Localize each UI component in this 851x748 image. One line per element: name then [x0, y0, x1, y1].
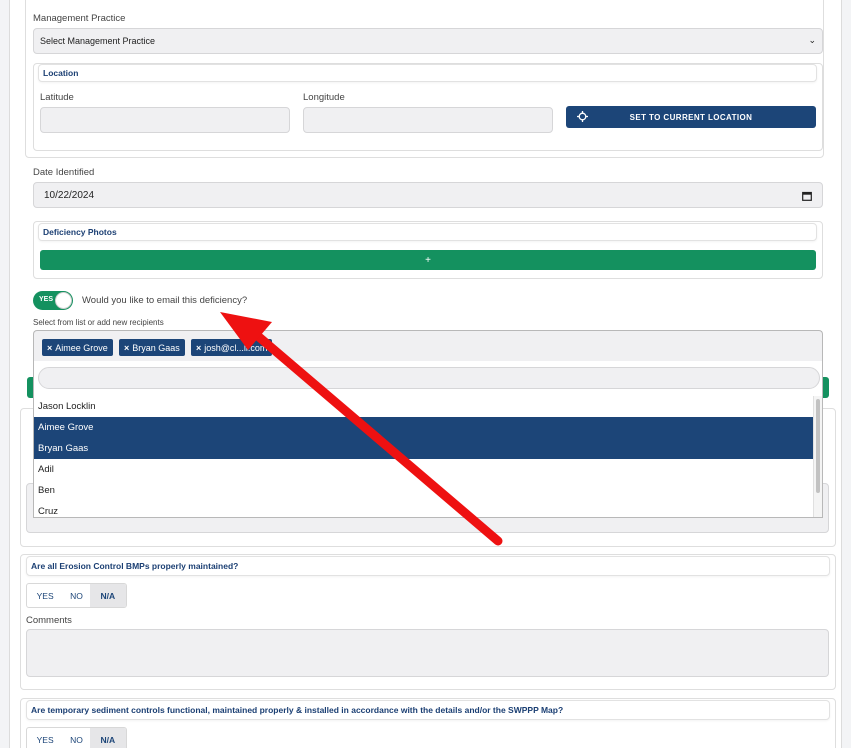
chevron-down-icon: ⌄: [808, 35, 816, 45]
dropdown-option-label: Bryan Gaas: [38, 443, 89, 454]
management-practice-value: Select Management Practice: [40, 36, 156, 46]
recipient-tag-label: Aimee Grove: [55, 342, 108, 353]
option-na[interactable]: N/A: [89, 728, 126, 748]
comments-label: Comments: [26, 615, 72, 626]
date-identified-input[interactable]: 10/22/2024: [33, 182, 823, 208]
email-deficiency-question: Would you like to email this deficiency?: [82, 295, 248, 306]
email-deficiency-toggle[interactable]: YES: [33, 291, 73, 310]
remove-tag-icon[interactable]: ×: [47, 343, 52, 353]
recipient-tag-label: josh@cl...li.com: [204, 342, 268, 353]
dropdown-options-list: Jason Locklin Aimee Grove Bryan Gaas Adi…: [34, 396, 814, 517]
crosshair-icon: [577, 111, 588, 122]
deficiency-photos-header: Deficiency Photos: [38, 223, 817, 241]
longitude-input[interactable]: [303, 107, 553, 133]
remove-tag-icon[interactable]: ×: [196, 343, 201, 353]
latitude-input[interactable]: [40, 107, 290, 133]
dropdown-option[interactable]: Jason Locklin: [34, 396, 814, 417]
option-no[interactable]: NO: [63, 584, 89, 607]
option-no[interactable]: NO: [63, 728, 89, 748]
set-current-location-button[interactable]: SET TO CURRENT LOCATION: [566, 106, 816, 128]
dropdown-option-label: Aimee Grove: [38, 422, 94, 433]
dropdown-scrollbar-thumb[interactable]: [816, 399, 820, 493]
dropdown-option[interactable]: Aimee Grove: [34, 417, 814, 438]
option-na[interactable]: N/A: [89, 584, 126, 607]
dropdown-option[interactable]: Adil: [34, 459, 814, 480]
toggle-knob: [55, 292, 72, 309]
plus-icon: +: [425, 254, 431, 266]
question-erosion-options: YES NO N/A: [26, 583, 127, 608]
date-identified-value: 10/22/2024: [44, 189, 95, 201]
add-photo-button[interactable]: +: [40, 250, 816, 270]
option-yes[interactable]: YES: [27, 584, 63, 607]
date-identified-label: Date Identified: [33, 167, 95, 178]
remove-tag-icon[interactable]: ×: [124, 343, 129, 353]
dropdown-option-label: Cruz: [38, 506, 59, 517]
option-yes[interactable]: YES: [27, 728, 63, 748]
dropdown-option-label: Adil: [38, 464, 54, 475]
calendar-icon[interactable]: [802, 191, 812, 201]
recipients-dropdown: Jason Locklin Aimee Grove Bryan Gaas Adi…: [33, 361, 823, 518]
location-header: Location: [38, 64, 817, 82]
recipient-tag-label: Bryan Gaas: [132, 342, 180, 353]
question-sediment-options: YES NO N/A: [26, 727, 127, 748]
recipient-tag-email[interactable]: × josh@cl...li.com: [191, 339, 273, 356]
recipient-tag-aimee-grove[interactable]: × Aimee Grove: [42, 339, 113, 356]
set-current-location-label: SET TO CURRENT LOCATION: [629, 112, 753, 122]
management-practice-select[interactable]: Select Management Practice ⌄: [33, 28, 823, 54]
question-erosion-header: Are all Erosion Control BMPs properly ma…: [26, 556, 830, 576]
dropdown-scrollbar[interactable]: [813, 396, 822, 517]
dropdown-option[interactable]: Ben: [34, 480, 814, 501]
dropdown-search-input[interactable]: [38, 367, 820, 389]
recipients-label: Select from list or add new recipients: [33, 318, 164, 327]
management-practice-label: Management Practice: [33, 13, 126, 24]
dropdown-option[interactable]: Cruz: [34, 501, 814, 517]
recipient-tag-bryan-gaas[interactable]: × Bryan Gaas: [119, 339, 185, 356]
longitude-label: Longitude: [303, 92, 345, 103]
dropdown-option-label: Ben: [38, 485, 55, 496]
latitude-label: Latitude: [40, 92, 74, 103]
dropdown-option[interactable]: Bryan Gaas: [34, 438, 814, 459]
toggle-state-label: YES: [39, 296, 54, 303]
dropdown-option-label: Jason Locklin: [38, 401, 96, 412]
comments-textarea[interactable]: [26, 629, 829, 677]
question-sediment-header: Are temporary sediment controls function…: [26, 700, 830, 720]
